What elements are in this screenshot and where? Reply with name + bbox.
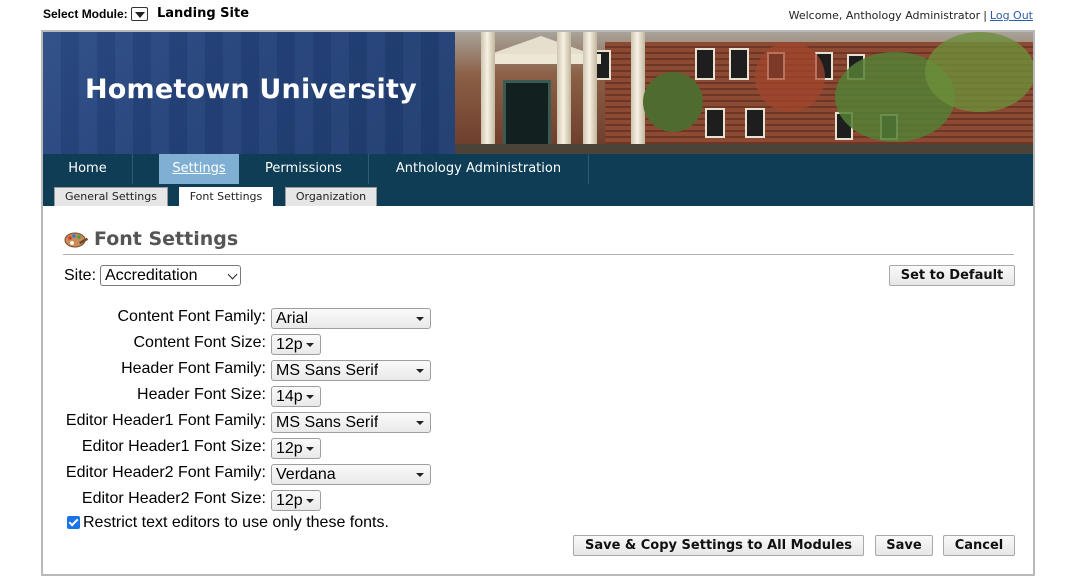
editor-header2-font-family-select[interactable]: Verdana <box>271 464 431 485</box>
header-font-family-label: Header Font Family: <box>121 360 266 377</box>
content-font-family-select[interactable]: Arial <box>271 308 431 329</box>
main-frame: Hometown University Home Settings Permis… <box>41 30 1035 576</box>
restrict-fonts-label: Restrict text editors to use only these … <box>83 514 389 531</box>
header-font-size-value: 14p <box>276 388 302 405</box>
chevron-down-icon <box>416 368 424 373</box>
sub-nav: General Settings Font Settings Organizat… <box>43 184 1033 207</box>
university-banner: Hometown University <box>43 32 1033 154</box>
content-font-size-label: Content Font Size: <box>133 334 266 351</box>
main-nav: Home Settings Permissions Anthology Admi… <box>43 154 1033 184</box>
editor-header2-font-family-label: Editor Header2 Font Family: <box>65 464 266 481</box>
chevron-down-icon <box>306 498 314 503</box>
chevron-down-icon <box>416 316 424 321</box>
top-bar: Select Module: Landing Site Welcome, Ant… <box>0 0 1067 30</box>
university-title: Hometown University <box>85 74 417 105</box>
title-divider <box>63 254 1014 255</box>
site-select[interactable]: Accreditation <box>100 265 241 286</box>
chevron-down-icon <box>416 472 424 477</box>
editor-header1-font-size-label: Editor Header1 Font Size: <box>81 438 266 455</box>
nav-item-permissions[interactable]: Permissions <box>239 154 369 184</box>
editor-header1-font-family-value: MS Sans Serif <box>276 414 379 431</box>
content-font-family-value: Arial <box>276 310 309 327</box>
nav-item-settings[interactable]: Settings <box>159 154 239 184</box>
campus-photo <box>455 32 1033 154</box>
module-dropdown-button[interactable] <box>131 7 148 21</box>
editor-header1-font-size-select[interactable]: 12p <box>271 438 321 459</box>
set-default-button[interactable]: Set to Default <box>889 265 1015 286</box>
content-font-size-select[interactable]: 12p <box>271 334 321 355</box>
site-label: Site: <box>64 267 97 284</box>
chevron-down-icon <box>306 342 314 347</box>
editor-header2-font-size-select[interactable]: 12p <box>271 490 321 511</box>
content-font-size-value: 12p <box>276 336 302 353</box>
restrict-fonts-checkbox[interactable] <box>67 516 80 529</box>
page-title-text: Font Settings <box>94 228 239 250</box>
editor-header2-font-size-value: 12p <box>276 492 302 509</box>
editor-header1-font-family-select[interactable]: MS Sans Serif <box>271 412 431 433</box>
welcome-separator: | <box>983 9 987 22</box>
logout-link[interactable]: Log Out <box>990 9 1033 22</box>
tab-organization[interactable]: Organization <box>285 187 377 206</box>
cancel-button[interactable]: Cancel <box>943 535 1015 556</box>
header-font-size-label: Header Font Size: <box>137 386 266 403</box>
site-select-value: Accreditation <box>105 267 198 284</box>
welcome-area: Welcome, Anthology Administrator | Log Out <box>789 9 1033 22</box>
header-font-size-select[interactable]: 14p <box>271 386 321 407</box>
module-selector-label: Select Module: <box>43 7 128 21</box>
editor-header2-font-family-value: Verdana <box>276 466 336 483</box>
page-title: Font Settings <box>65 228 238 250</box>
chevron-down-icon <box>227 269 238 279</box>
header-font-family-value: MS Sans Serif <box>276 362 379 379</box>
save-copy-all-button[interactable]: Save & Copy Settings to All Modules <box>573 535 864 556</box>
nav-item-anthology-administration[interactable]: Anthology Administration <box>369 154 589 184</box>
save-button[interactable]: Save <box>875 535 933 556</box>
editor-header1-font-family-label: Editor Header1 Font Family: <box>65 412 266 429</box>
chevron-down-icon <box>306 394 314 399</box>
welcome-text: Welcome, Anthology Administrator <box>788 9 981 22</box>
banner-title-area: Hometown University <box>43 32 455 154</box>
tab-general-settings[interactable]: General Settings <box>54 187 168 206</box>
content-area: Font Settings Site: Accreditation Set to… <box>43 206 1033 574</box>
editor-header1-font-size-value: 12p <box>276 440 302 457</box>
chevron-down-icon <box>306 446 314 451</box>
nav-item-home[interactable]: Home <box>43 154 133 184</box>
chevron-down-icon <box>416 420 424 425</box>
editor-header2-font-size-label: Editor Header2 Font Size: <box>81 490 266 507</box>
tab-font-settings[interactable]: Font Settings <box>179 187 273 207</box>
header-font-family-select[interactable]: MS Sans Serif <box>271 360 431 381</box>
current-module-name: Landing Site <box>157 6 250 21</box>
content-font-family-label: Content Font Family: <box>117 308 267 325</box>
